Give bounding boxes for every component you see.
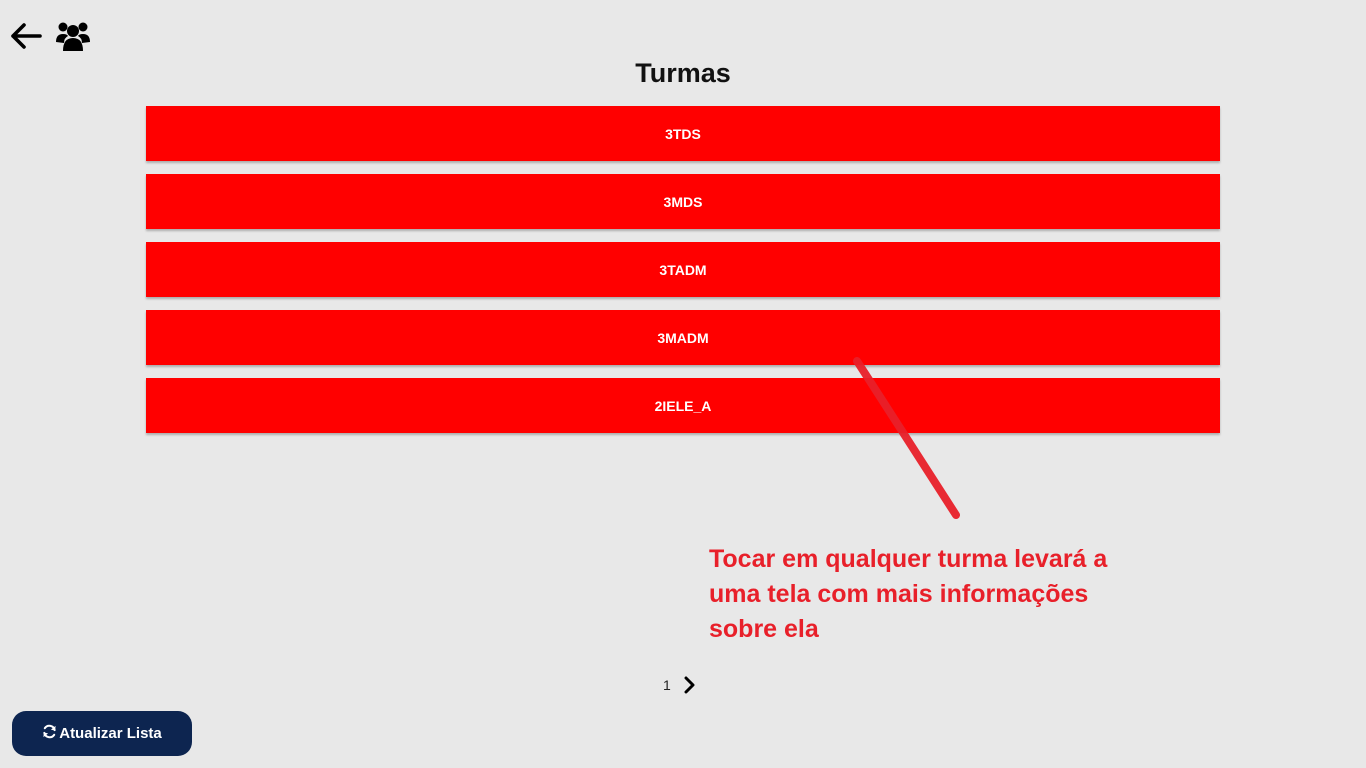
chevron-right-icon[interactable] xyxy=(683,676,697,694)
refresh-button-label: Atualizar Lista xyxy=(59,725,162,742)
arrow-left-icon[interactable] xyxy=(10,22,42,50)
refresh-icon xyxy=(42,724,57,743)
annotation-text: Tocar em qualquer turma levará a uma tel… xyxy=(709,545,1108,643)
users-group-icon[interactable] xyxy=(56,20,90,52)
page-title: Turmas xyxy=(635,58,731,88)
class-item-3mds[interactable]: 3MDS xyxy=(146,174,1220,229)
class-item-3tadm[interactable]: 3TADM xyxy=(146,242,1220,297)
class-item-3madm[interactable]: 3MADM xyxy=(146,310,1220,365)
page-number-current[interactable]: 1 xyxy=(663,677,671,693)
class-item-3tds[interactable]: 3TDS xyxy=(146,106,1220,161)
top-toolbar xyxy=(10,20,90,52)
refresh-list-button[interactable]: Atualizar Lista xyxy=(12,711,192,756)
page: Turmas 3TDS 3MDS 3TADM 3MADM 2IELE_A Toc… xyxy=(0,0,1366,768)
class-list: 3TDS 3MDS 3TADM 3MADM 2IELE_A xyxy=(146,106,1220,446)
pagination: 1 xyxy=(663,676,697,694)
class-item-2iele-a[interactable]: 2IELE_A xyxy=(146,378,1220,433)
